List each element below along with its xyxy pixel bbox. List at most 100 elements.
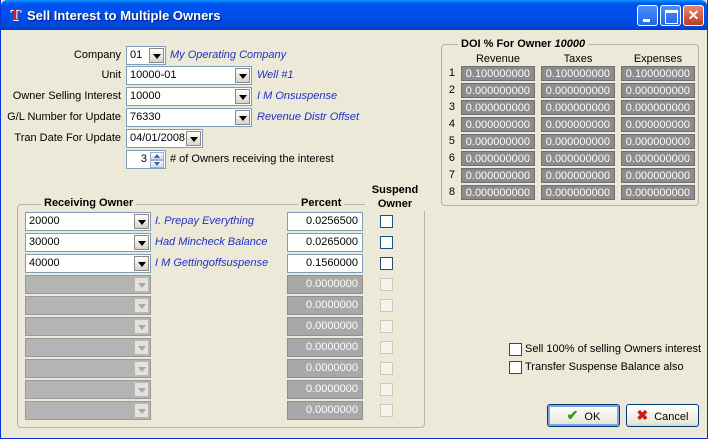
doi-header-revenue: Revenue — [475, 53, 521, 65]
doi-cell-taxes: 0.000000000 — [541, 151, 615, 166]
company-label: Company — [73, 49, 121, 61]
percent-input: 0.0000000 — [287, 296, 363, 315]
percent-header: Percent — [298, 197, 345, 209]
doi-cell-revenue: 0.000000000 — [461, 185, 535, 200]
doi-cell-taxes: 0.000000000 — [541, 185, 615, 200]
doi-row-number: 5 — [448, 135, 455, 147]
percent-input: 0.0000000 — [287, 401, 363, 420]
doi-cell-revenue: 0.000000000 — [461, 83, 535, 98]
gl-number-select[interactable]: 76330 — [126, 108, 252, 127]
maximize-button[interactable] — [660, 5, 681, 26]
receiving-owner-name: I M Gettingoffsuspense — [155, 257, 269, 269]
receiving-owner-value: 40000 — [29, 257, 60, 269]
window-title: Sell Interest to Multiple Owners — [27, 8, 221, 23]
doi-cell-expenses: 0.000000000 — [621, 117, 695, 132]
app-logo-icon: T — [9, 6, 21, 24]
suspend-owner-checkbox[interactable] — [380, 257, 393, 270]
doi-cell-taxes: 0.100000000 — [541, 66, 615, 81]
suspend-owner-checkbox — [380, 362, 393, 375]
doi-cell-taxes: 0.000000000 — [541, 168, 615, 183]
doi-cell-taxes: 0.000000000 — [541, 134, 615, 149]
chevron-down-icon — [134, 319, 149, 334]
suspend-owner-checkbox — [380, 383, 393, 396]
doi-cell-expenses: 0.000000000 — [621, 151, 695, 166]
receiving-owner-select — [25, 338, 151, 357]
doi-row-number: 6 — [448, 152, 455, 164]
percent-input: 0.0000000 — [287, 359, 363, 378]
doi-cell-revenue: 0.000000000 — [461, 151, 535, 166]
doi-row-number: 7 — [448, 169, 455, 181]
receiving-owner-select — [25, 380, 151, 399]
receiving-owner-select[interactable]: 40000 — [25, 254, 151, 273]
percent-input: 0.0000000 — [287, 275, 363, 294]
chevron-down-icon — [134, 361, 149, 376]
doi-cell-revenue: 0.100000000 — [461, 66, 535, 81]
owner-count-spinner[interactable]: 3 — [126, 150, 166, 169]
doi-cell-revenue: 0.000000000 — [461, 168, 535, 183]
dialog-window: T Sell Interest to Multiple Owners ✕ Com… — [0, 0, 708, 439]
receiving-owner-select — [25, 359, 151, 378]
sell-all-checkbox[interactable] — [509, 343, 522, 356]
doi-header-expenses: Expenses — [633, 53, 683, 65]
company-select[interactable]: 01 — [126, 46, 166, 65]
percent-input[interactable]: 0.0256500 — [287, 212, 363, 231]
tran-date-picker[interactable]: 04/01/2008 — [126, 129, 203, 148]
percent-input: 0.0000000 — [287, 317, 363, 336]
receiving-owner-select[interactable]: 30000 — [25, 233, 151, 252]
chevron-down-icon — [134, 340, 149, 355]
unit-select[interactable]: 10000-01 — [126, 66, 252, 85]
doi-title-prefix: DOI % For Owner — [461, 38, 552, 50]
company-value: 01 — [130, 49, 143, 61]
suspend-owner-checkbox — [380, 278, 393, 291]
chevron-down-icon[interactable] — [186, 131, 201, 146]
percent-input[interactable]: 0.0265000 — [287, 233, 363, 252]
suspend-owner-checkbox[interactable] — [380, 236, 393, 249]
doi-cell-expenses: 0.100000000 — [621, 66, 695, 81]
tran-date-label: Tran Date For Update — [14, 132, 121, 144]
ok-button[interactable]: ✔ OK — [547, 404, 620, 427]
receiving-owner-select — [25, 317, 151, 336]
cancel-button-label: Cancel — [654, 411, 689, 423]
unit-name: Well #1 — [257, 69, 294, 81]
close-button[interactable]: ✕ — [683, 5, 704, 26]
receiving-owner-name: Had Mincheck Balance — [155, 236, 268, 248]
doi-cell-expenses: 0.000000000 — [621, 185, 695, 200]
suspend-owner-checkbox — [380, 341, 393, 354]
receiving-owner-select[interactable]: 20000 — [25, 212, 151, 231]
chevron-down-icon[interactable] — [235, 68, 250, 83]
owner-count-value: 3 — [140, 153, 147, 165]
doi-cell-expenses: 0.000000000 — [621, 83, 695, 98]
chevron-down-icon[interactable] — [149, 48, 164, 63]
percent-input[interactable]: 0.1560000 — [287, 254, 363, 273]
doi-cell-taxes: 0.000000000 — [541, 117, 615, 132]
unit-label: Unit — [101, 69, 121, 81]
owner-count-label: # of Owners receiving the interest — [170, 153, 334, 165]
spin-down-icon[interactable] — [150, 160, 164, 168]
chevron-down-icon[interactable] — [235, 110, 250, 125]
chevron-down-icon[interactable] — [134, 235, 149, 250]
close-icon: ✕ — [687, 7, 700, 23]
company-name: My Operating Company — [170, 49, 287, 61]
sell-all-label: Sell 100% of selling Owners interest — [525, 343, 702, 355]
spin-up-icon[interactable] — [150, 152, 164, 160]
doi-title-owner: 10000 — [554, 38, 586, 50]
title-bar[interactable]: T Sell Interest to Multiple Owners ✕ — [1, 0, 707, 30]
unit-value: 10000-01 — [130, 69, 177, 81]
chevron-down-icon[interactable] — [235, 89, 250, 104]
doi-cell-taxes: 0.000000000 — [541, 83, 615, 98]
cancel-button[interactable]: ✖ Cancel — [626, 404, 699, 427]
minimize-button[interactable] — [637, 5, 658, 26]
suspend-owner-checkbox[interactable] — [380, 215, 393, 228]
chevron-down-icon[interactable] — [134, 256, 149, 271]
chevron-down-icon — [134, 403, 149, 418]
receiving-owner-header: Receiving Owner — [41, 197, 137, 209]
doi-group-title: DOI % For Owner 10000 — [458, 38, 589, 50]
transfer-suspense-checkbox[interactable] — [509, 361, 522, 374]
chevron-down-icon[interactable] — [134, 214, 149, 229]
doi-row-number: 1 — [448, 67, 455, 79]
owner-selling-select[interactable]: 10000 — [126, 87, 252, 106]
receiving-owner-name: I. Prepay Everything — [155, 215, 255, 227]
receiving-owner-value: 30000 — [29, 236, 60, 248]
receiving-owner-value: 20000 — [29, 215, 60, 227]
doi-row-number: 3 — [448, 101, 455, 113]
